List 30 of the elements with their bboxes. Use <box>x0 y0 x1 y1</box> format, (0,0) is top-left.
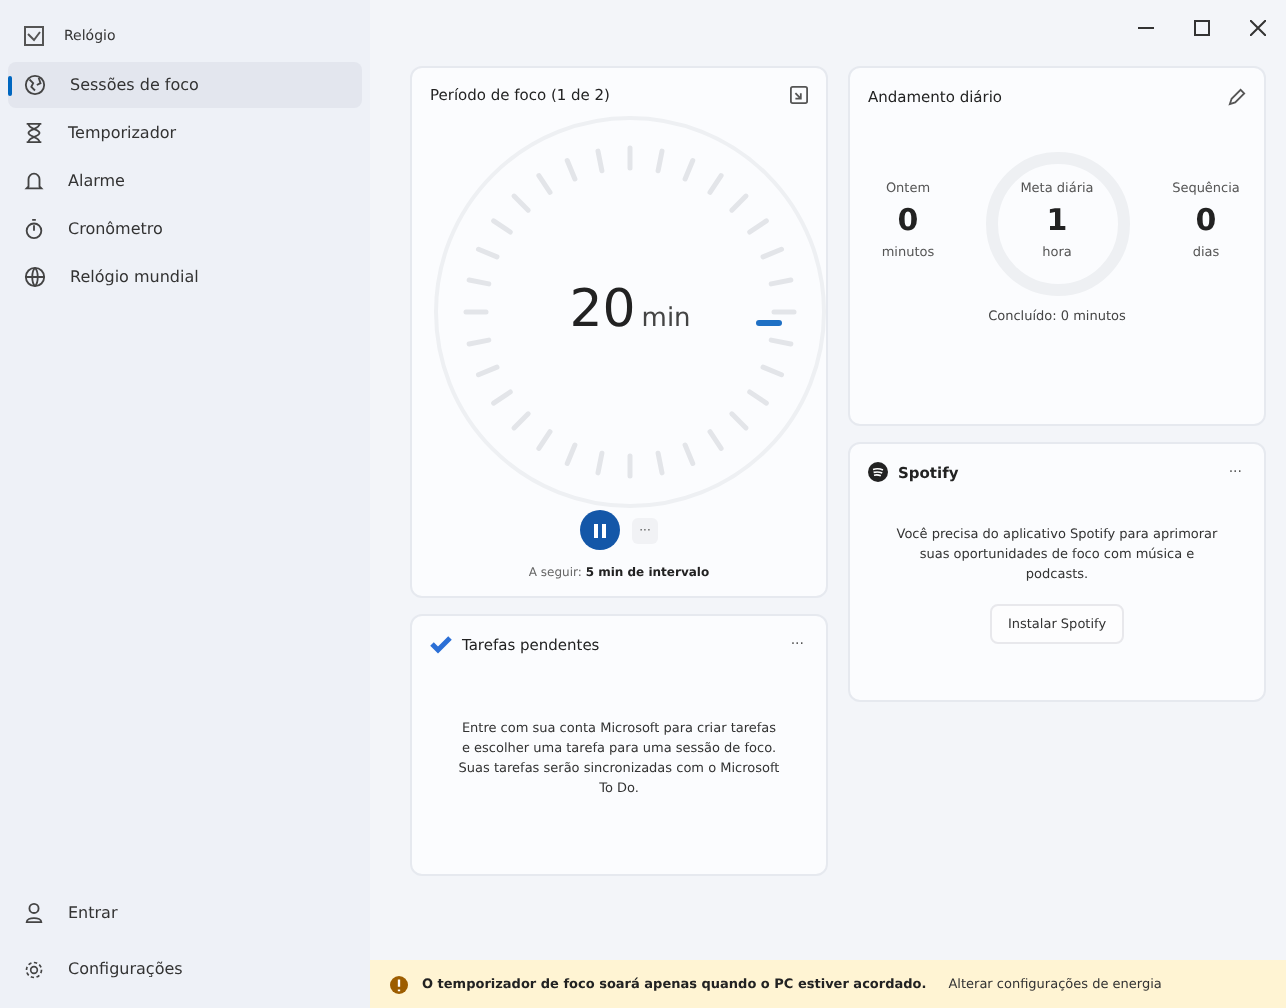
sidebar-item[interactable]: Alarme <box>8 158 362 204</box>
hourglass-icon <box>24 122 44 144</box>
person-icon <box>24 902 44 924</box>
sidebar-item[interactable]: Entrar <box>8 886 362 940</box>
settings-icon <box>24 959 44 979</box>
sidebar-item[interactable]: Configurações <box>8 942 362 996</box>
maximize-icon <box>1194 20 1210 36</box>
stat-value: 0 <box>897 202 919 238</box>
sidebar-item[interactable]: Temporizador <box>8 110 362 156</box>
timer-unit: min <box>641 303 691 334</box>
stat-value: 1 <box>1046 202 1068 238</box>
bell-icon <box>24 170 44 192</box>
checkmark-icon <box>430 635 452 653</box>
close-icon <box>1250 20 1266 36</box>
clock-app-icon <box>24 26 44 46</box>
globe-icon <box>24 74 46 96</box>
pause-icon <box>593 523 606 537</box>
dial-handle[interactable] <box>756 319 782 326</box>
spotify-logo-icon <box>868 462 888 482</box>
timer-value: 20 <box>569 279 636 340</box>
stat-value: 0 <box>1195 202 1217 238</box>
warning-icon <box>390 975 408 993</box>
stopwatch-icon <box>24 218 44 240</box>
mini-window-icon[interactable] <box>790 86 808 105</box>
pencil-icon[interactable] <box>1228 87 1246 105</box>
pause-button[interactable] <box>579 510 620 550</box>
globe-icon <box>24 266 46 288</box>
sidebar-item[interactable]: Relógio mundial <box>8 254 362 300</box>
sidebar-item[interactable]: Cronômetro <box>8 206 362 252</box>
sidebar-item[interactable]: Sessões de foco <box>8 62 362 108</box>
